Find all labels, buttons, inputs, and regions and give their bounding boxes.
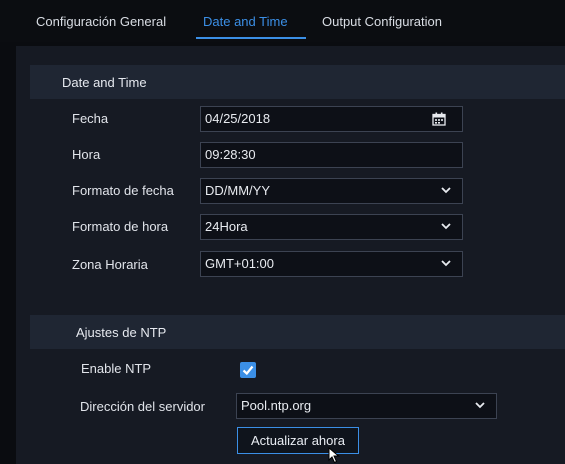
time-format-select[interactable]: 24Hora bbox=[200, 214, 463, 240]
chevron-down-icon bbox=[475, 402, 485, 409]
server-address-select[interactable]: Pool.ntp.org bbox=[236, 393, 497, 419]
ntp-section-header: Ajustes de NTP bbox=[30, 315, 565, 349]
tab-date-and-time[interactable]: Date and Time bbox=[203, 14, 288, 29]
tab-general-settings[interactable]: Configuración General bbox=[36, 14, 166, 29]
tab-bar: Configuración General Date and Time Outp… bbox=[0, 0, 565, 42]
chevron-down-icon bbox=[441, 223, 451, 230]
time-value: 09:28:30 bbox=[205, 147, 256, 162]
date-field[interactable]: 04/25/2018 bbox=[200, 106, 463, 132]
enable-ntp-label: Enable NTP bbox=[81, 361, 152, 376]
date-format-select[interactable]: DD/MM/YY bbox=[200, 178, 463, 204]
timezone-label: Zona Horaria bbox=[72, 257, 148, 272]
ntp-section-title: Ajustes de NTP bbox=[76, 325, 167, 340]
date-format-value: DD/MM/YY bbox=[205, 183, 270, 198]
date-format-label: Formato de fecha bbox=[72, 183, 174, 198]
date-label: Fecha bbox=[72, 111, 109, 126]
enable-ntp-checkbox[interactable] bbox=[240, 362, 256, 378]
time-field[interactable]: 09:28:30 bbox=[200, 142, 463, 168]
update-now-button[interactable]: Actualizar ahora bbox=[237, 427, 359, 454]
timezone-value: GMT+01:00 bbox=[205, 256, 275, 271]
tab-output-configuration[interactable]: Output Configuration bbox=[322, 14, 442, 29]
server-address-label: Dirección del servidor bbox=[80, 399, 205, 414]
time-format-value: 24Hora bbox=[205, 219, 248, 234]
calendar-icon[interactable] bbox=[432, 112, 446, 126]
date-time-section-header: Date and Time bbox=[30, 65, 565, 99]
mouse-cursor-icon bbox=[328, 447, 340, 464]
date-value: 04/25/2018 bbox=[205, 111, 271, 126]
time-format-label: Formato de hora bbox=[72, 219, 169, 234]
checkmark-icon bbox=[242, 365, 254, 376]
chevron-down-icon bbox=[441, 187, 451, 194]
time-label: Hora bbox=[72, 147, 101, 162]
chevron-down-icon bbox=[441, 260, 451, 267]
server-address-value: Pool.ntp.org bbox=[241, 398, 312, 413]
timezone-select[interactable]: GMT+01:00 bbox=[200, 251, 463, 277]
active-tab-indicator bbox=[196, 37, 306, 39]
date-time-section-title: Date and Time bbox=[62, 75, 147, 90]
